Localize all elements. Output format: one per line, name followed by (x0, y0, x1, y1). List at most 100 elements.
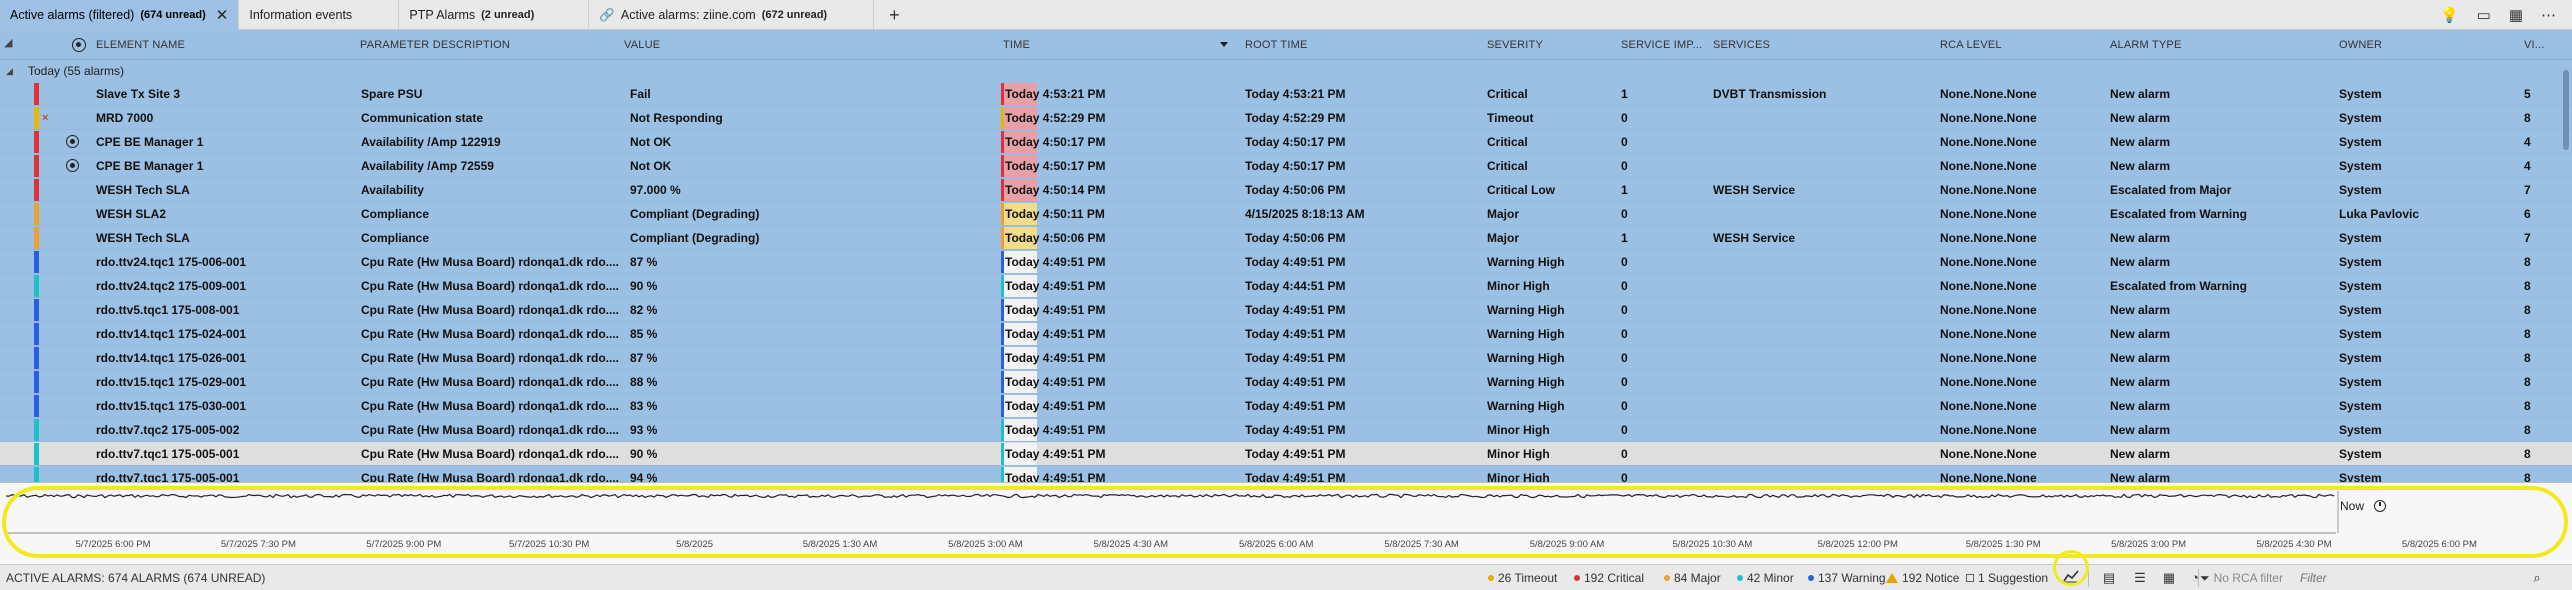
row-vi: 8 (2524, 279, 2531, 293)
collapse-group-icon[interactable]: ◢ (6, 60, 13, 82)
layout-icon[interactable]: ▦ (2509, 6, 2523, 24)
row-time: Today 4:49:51 PM (1005, 399, 1106, 413)
row-time: Today 4:49:51 PM (1005, 279, 1106, 293)
more-icon[interactable]: ⋯ (2541, 6, 2556, 24)
row-rca-level: None.None.None (1940, 279, 2037, 293)
row-services (1713, 394, 1933, 418)
timeline-chart-toggle-icon[interactable] (2062, 569, 2080, 587)
row-service-impact: 0 (1621, 327, 1628, 341)
table-row[interactable]: Today 4:50:14 PM WESH Tech SLA Availabilit… (0, 178, 2572, 202)
row-value: 83 % (630, 399, 658, 413)
table-row[interactable]: Today 4:50:06 PM WESH Tech SLA Compliance C… (0, 226, 2572, 250)
table-row[interactable]: Today 4:49:51 PM rdo.ttv7.tqc2 175-005-00… (0, 418, 2572, 442)
time-severity-stripe (1001, 443, 1004, 465)
row-service-impact: 0 (1621, 447, 1628, 461)
column-header-severity[interactable]: SEVERITY (1487, 30, 1543, 60)
row-rca-level: None.None.None (1940, 135, 2037, 149)
row-vi: 8 (2524, 423, 2531, 437)
minor-count[interactable]: 42 Minor (1737, 565, 1794, 590)
separator (2198, 569, 2199, 587)
lightbulb-icon[interactable]: 💡 (2440, 6, 2459, 24)
filter-input[interactable] (2300, 568, 2520, 588)
column-header-services[interactable]: SERVICES (1713, 30, 1770, 60)
tab-unread-count: (674 unread) (140, 9, 206, 21)
suggestion-count[interactable]: 1 Suggestion (1966, 565, 2048, 590)
column-header-rca-level[interactable]: RCA LEVEL (1940, 30, 2002, 60)
focus-radio-icon[interactable] (66, 135, 79, 148)
table-row[interactable]: Today 4:49:51 PM rdo.ttv5.tqc1 175-008-00… (0, 298, 2572, 322)
table-row[interactable]: Today 4:49:51 PM rdo.ttv24.tqc1 175-006-0… (0, 250, 2572, 274)
table-row[interactable]: Today 4:49:51 PM rdo.ttv7.tqc1 175-005-00… (0, 466, 2572, 482)
row-parameter: Cpu Rate (Hw Musa Board) rdonqa1.dk rdo.… (361, 327, 620, 341)
row-element-name: rdo.ttv24.tqc1 175-006-001 (96, 255, 247, 269)
column-header-vi[interactable]: VI... (2524, 30, 2545, 60)
table-row[interactable]: Today 4:49:51 PM rdo.ttv7.tqc1 175-005-00… (0, 442, 2572, 466)
column-header-root-time[interactable]: ROOT TIME (1245, 30, 1308, 60)
warning-count[interactable]: 137 Warning (1808, 565, 1886, 590)
list-view-icon[interactable]: ▤ (2100, 569, 2118, 587)
notice-count[interactable]: 192 Notice (1886, 565, 1959, 590)
timeline-tick-label: 5/8/2025 3:00 PM (2111, 539, 2187, 550)
critical-count[interactable]: 192 Critical (1574, 565, 1644, 590)
close-icon[interactable]: ✕ (216, 6, 229, 24)
row-owner: System (2339, 447, 2382, 461)
column-header-alarm-type[interactable]: ALARM TYPE (2110, 30, 2182, 60)
table-row[interactable]: Today 4:50:17 PM CPE BE Manager 1 Availabi… (0, 154, 2572, 178)
time-severity-stripe (1001, 83, 1004, 105)
table-row[interactable]: Today 4:49:51 PM rdo.ttv14.tqc1 175-026-0… (0, 346, 2572, 370)
timeline-now-button[interactable]: Now (2340, 499, 2387, 513)
row-alarm-type: New alarm (2110, 327, 2171, 341)
table-row[interactable]: × Today 4:52:29 PM MRD 7000 Communication s… (0, 106, 2572, 130)
search-icon[interactable]: ⌕ (2528, 569, 2546, 587)
collapse-all-icon[interactable]: ◢ (4, 36, 12, 49)
row-value: Compliant (Degrading) (630, 207, 760, 221)
timeout-count[interactable]: 26 Timeout (1488, 565, 1557, 590)
table-row[interactable]: Today 4:49:51 PM rdo.ttv15.tqc1 175-029-0… (0, 370, 2572, 394)
tab-unread-count: (672 unread) (761, 9, 828, 21)
alarm-timeline[interactable]: 5/7/2025 6:00 PM 5/7/2025 7:30 PM 5/7/2025… (0, 482, 2572, 564)
row-vi: 8 (2524, 447, 2531, 461)
row-value: Compliant (Degrading) (630, 231, 760, 245)
row-element-name: rdo.ttv15.tqc1 175-029-001 (96, 375, 247, 389)
bars-icon[interactable]: ☰ (2131, 569, 2149, 587)
row-severity: Critical Low (1487, 183, 1556, 197)
row-element-name: WESH SLA2 (96, 207, 167, 221)
status-bar: ACTIVE ALARMS: 674 ALARMS (674 UNREAD) 2… (0, 564, 2572, 590)
rca-filter-button[interactable]: ⏷ No RCA filter (2200, 565, 2283, 590)
major-count[interactable]: 84 Major (1664, 565, 1721, 590)
table-row[interactable]: Today 4:53:21 PM Slave Tx Site 3 Spare PSU… (0, 82, 2572, 106)
row-severity: Critical (1487, 159, 1528, 173)
timeline-tick-label: 5/7/2025 10:30 PM (509, 539, 590, 550)
maximize-icon[interactable]: ▭ (2477, 6, 2491, 24)
column-header-parameter[interactable]: PARAMETER DESCRIPTION (360, 30, 510, 60)
tab-ptp-alarms[interactable]: PTP Alarms (2 unread) (399, 0, 590, 30)
table-row[interactable]: Today 4:49:51 PM rdo.ttv15.tqc1 175-030-0… (0, 394, 2572, 418)
table-row[interactable]: Today 4:49:51 PM rdo.ttv14.tqc1 175-024-0… (0, 322, 2572, 346)
select-all-radio[interactable] (72, 38, 86, 52)
row-alarm-type: New alarm (2110, 231, 2171, 245)
add-tab-button[interactable]: + (874, 0, 914, 30)
table-row[interactable]: Today 4:50:17 PM CPE BE Manager 1 Availabi… (0, 130, 2572, 154)
column-header-time[interactable]: TIME (1003, 30, 1030, 60)
table-row[interactable]: Today 4:50:11 PM WESH SLA2 Compliance Compl… (0, 202, 2572, 226)
row-rca-level: None.None.None (1940, 111, 2037, 125)
column-header-element-name[interactable]: ELEMENT NAME (96, 30, 185, 60)
tab-information-events[interactable]: Information events (239, 0, 400, 30)
row-owner: System (2339, 399, 2382, 413)
column-header-value[interactable]: VALUE (624, 30, 660, 60)
focus-radio-icon[interactable] (66, 159, 79, 172)
tab-active-alarms-ziine[interactable]: 🔗 Active alarms: ziine.com (672 unread) (589, 0, 875, 30)
time-severity-stripe (1001, 419, 1004, 441)
vertical-scrollbar[interactable] (2562, 60, 2570, 480)
scrollbar-thumb[interactable] (2563, 70, 2569, 150)
grid-header: ◢ ELEMENT NAME PARAMETER DESCRIPTION VAL… (0, 30, 2572, 60)
column-header-owner[interactable]: OWNER (2339, 30, 2382, 60)
table-row[interactable]: Today 4:49:51 PM rdo.ttv24.tqc2 175-009-0… (0, 274, 2572, 298)
group-row-today[interactable]: ◢ Today (55 alarms) (0, 60, 2572, 82)
timeline-tick-label: 5/8/2025 1:30 PM (1965, 539, 2041, 550)
timeline-trace (5, 493, 2335, 499)
tab-active-alarms-filtered[interactable]: Active alarms (filtered) (674 unread) ✕ (0, 0, 240, 30)
row-service-impact: 0 (1621, 111, 1628, 125)
row-vi: 8 (2524, 375, 2531, 389)
column-header-service-impact[interactable]: SERVICE IMP... (1621, 30, 1702, 60)
